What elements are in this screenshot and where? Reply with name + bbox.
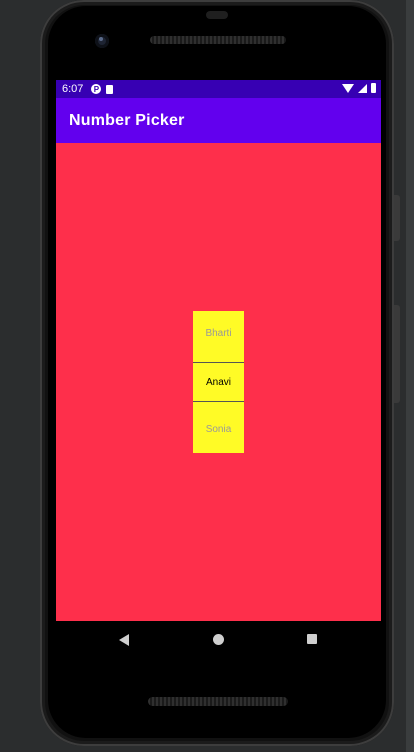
bottom-speaker-grille bbox=[148, 697, 288, 706]
home-icon[interactable] bbox=[213, 634, 224, 645]
wifi-icon bbox=[342, 83, 354, 93]
notification-p-icon: P bbox=[91, 84, 102, 94]
app-bar: Number Picker bbox=[56, 98, 381, 143]
signal-icon bbox=[358, 83, 367, 93]
status-time: 6:07 bbox=[62, 83, 84, 95]
main-content: Bharti Anavi Sonia bbox=[56, 143, 381, 621]
status-bar: 6:07 P bbox=[56, 80, 381, 98]
volume-button[interactable] bbox=[394, 305, 400, 403]
front-camera-icon bbox=[95, 34, 109, 48]
proximity-sensor bbox=[206, 11, 228, 19]
recents-icon[interactable] bbox=[307, 634, 317, 644]
picker-divider-top bbox=[193, 362, 244, 363]
number-picker[interactable]: Bharti Anavi Sonia bbox=[193, 311, 244, 453]
picker-item-next[interactable]: Sonia bbox=[193, 424, 244, 435]
app-title: Number Picker bbox=[69, 111, 185, 129]
picker-item-previous[interactable]: Bharti bbox=[193, 328, 244, 339]
picker-divider-bottom bbox=[193, 401, 244, 402]
navigation-bar bbox=[56, 621, 381, 659]
background-strip bbox=[406, 0, 414, 752]
device-screen: 6:07 P Number Picker Bharti Anavi Sonia bbox=[56, 80, 381, 621]
back-icon[interactable] bbox=[119, 634, 129, 646]
power-button[interactable] bbox=[394, 195, 400, 241]
battery-icon bbox=[371, 83, 376, 93]
status-icons bbox=[342, 83, 376, 93]
picker-item-selected[interactable]: Anavi bbox=[193, 377, 244, 388]
top-speaker-grille bbox=[150, 36, 286, 44]
sd-card-icon bbox=[106, 84, 114, 94]
